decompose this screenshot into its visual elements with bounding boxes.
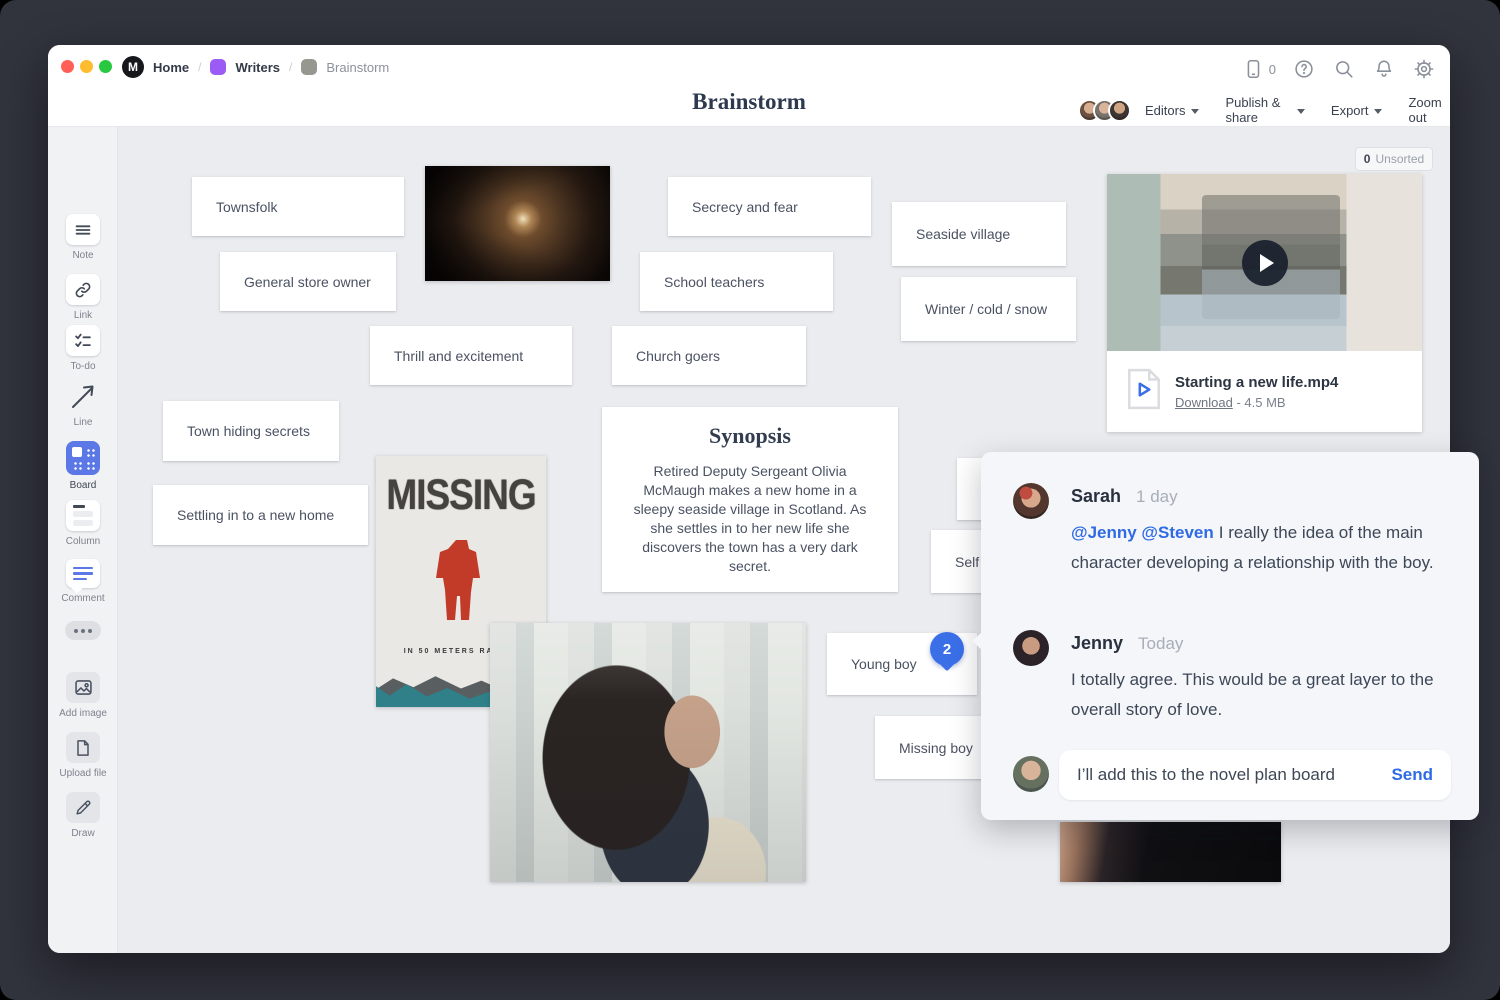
tool-board[interactable]: Board (48, 441, 118, 491)
avatar (1108, 99, 1131, 122)
top-bar: M Home / Writers / Brainstorm 0 (48, 45, 1450, 127)
avatar-current-user (1013, 756, 1049, 792)
comment-header: Sarah 1 day (1071, 486, 1178, 507)
synopsis-body: Retired Deputy Sergeant Olivia McMaugh m… (628, 462, 872, 576)
chevron-down-icon (1374, 109, 1382, 114)
file-size: 4.5 MB (1244, 395, 1285, 410)
poster-figure (429, 538, 493, 653)
settings-gear-icon[interactable] (1412, 57, 1436, 81)
comment-message: @Jenny @StevenI really the idea of the m… (1071, 518, 1449, 578)
window-minimize-button[interactable] (80, 60, 93, 73)
play-icon (1260, 254, 1274, 272)
note-card-school-teachers[interactable]: School teachers (640, 252, 833, 311)
comment-header: Jenny Today (1071, 633, 1183, 654)
header-controls: Editors Publish & share Export Zoom out (1078, 95, 1450, 125)
chevron-down-icon (1297, 109, 1305, 114)
editors-menu-button[interactable]: Editors (1145, 103, 1199, 118)
synopsis-title: Synopsis (709, 423, 791, 449)
video-filename: Starting a new life.mp4 (1175, 374, 1338, 391)
notifications-bell-icon[interactable] (1372, 57, 1396, 81)
add-image-icon (66, 672, 100, 703)
note-card-church-goers[interactable]: Church goers (612, 326, 806, 385)
tool-note[interactable]: Note (48, 214, 118, 261)
tool-more[interactable] (48, 621, 118, 640)
board-icon (66, 441, 100, 475)
comment-composer: Send (1059, 750, 1451, 800)
export-button[interactable]: Export (1331, 103, 1383, 118)
comment-author: Jenny (1071, 633, 1123, 653)
comment-author: Sarah (1071, 486, 1121, 506)
todo-checklist-icon (66, 325, 100, 356)
video-file-icon (1127, 368, 1161, 415)
mention-links[interactable]: @Jenny @Steven (1071, 523, 1214, 542)
comment-timestamp: Today (1138, 634, 1183, 653)
link-icon (66, 274, 100, 305)
breadcrumb-separator: / (289, 60, 292, 74)
column-icon (66, 500, 100, 531)
note-card-winter-cold-snow[interactable]: Winter / cold / snow (901, 277, 1076, 341)
comment-panel: Sarah 1 day @Jenny @StevenI really the i… (981, 452, 1479, 820)
breadcrumb-workspace[interactable]: Writers (235, 60, 280, 75)
image-card-woman-portrait[interactable] (490, 623, 806, 882)
note-icon (66, 214, 100, 245)
comment-timestamp: 1 day (1136, 487, 1178, 506)
tool-link[interactable]: Link (48, 274, 118, 321)
breadcrumb-separator: / (198, 60, 201, 74)
send-button[interactable]: Send (1391, 765, 1433, 785)
device-count: 0 (1269, 62, 1276, 77)
note-card-general-store-owner[interactable]: General store owner (220, 252, 396, 311)
tool-column[interactable]: Column (48, 500, 118, 547)
tool-draw[interactable]: Draw (48, 792, 118, 839)
tool-upload-file[interactable]: Upload file (48, 732, 118, 779)
window-close-button[interactable] (61, 60, 74, 73)
video-file-row: Starting a new life.mp4 Download - 4.5 M… (1107, 351, 1422, 432)
note-card-seaside-village[interactable]: Seaside village (892, 202, 1066, 266)
video-thumbnail (1107, 174, 1422, 351)
line-arrow-icon (68, 382, 98, 412)
app-logo-icon[interactable]: M (122, 56, 144, 78)
publish-share-button[interactable]: Publish & share (1225, 95, 1304, 125)
comment-input[interactable] (1077, 765, 1381, 785)
breadcrumb-home[interactable]: Home (153, 60, 189, 75)
editor-avatars[interactable] (1078, 99, 1131, 122)
draw-pencil-icon (66, 792, 100, 823)
tool-add-image[interactable]: Add image (48, 672, 118, 719)
zoom-out-button[interactable]: Zoom out (1408, 95, 1450, 125)
desktop-background: M Home / Writers / Brainstorm 0 (0, 0, 1500, 1000)
note-card-townsfolk[interactable]: Townsfolk (192, 177, 404, 236)
search-icon[interactable] (1332, 57, 1356, 81)
image-card-dark-figure[interactable] (1060, 822, 1281, 882)
avatar-jenny (1013, 630, 1049, 666)
tool-line[interactable]: Line (48, 382, 118, 428)
avatar-sarah (1013, 483, 1049, 519)
comment-pin[interactable]: 2 (930, 632, 964, 666)
top-icon-group: 0 (1241, 57, 1436, 81)
breadcrumb: M Home / Writers / Brainstorm (122, 55, 389, 79)
unsorted-badge[interactable]: 0 Unsorted (1355, 147, 1433, 171)
play-button[interactable] (1242, 240, 1288, 286)
more-ellipsis-icon (65, 621, 101, 640)
help-icon[interactable] (1292, 57, 1316, 81)
upload-file-icon (66, 732, 100, 763)
window-zoom-button[interactable] (99, 60, 112, 73)
chevron-down-icon (1191, 109, 1199, 114)
tool-sidebar: Note Link To-do Line (48, 127, 118, 953)
note-card-thrill-and-excitement[interactable]: Thrill and excitement (370, 326, 572, 385)
note-card-settling-in[interactable]: Settling in to a new home (153, 485, 368, 545)
poster-headline: MISSING (376, 471, 546, 519)
note-card-secrecy-and-fear[interactable]: Secrecy and fear (668, 177, 871, 236)
image-card-tunnel[interactable] (425, 166, 610, 281)
board-color-icon (301, 59, 317, 75)
video-card[interactable]: Starting a new life.mp4 Download - 4.5 M… (1107, 174, 1422, 432)
comment-bubble-icon (66, 559, 100, 588)
workspace-color-icon (210, 59, 226, 75)
note-card-town-hiding-secrets[interactable]: Town hiding secrets (163, 401, 339, 461)
comment-message: I totally agree. This would be a great l… (1071, 665, 1449, 725)
download-link[interactable]: Download (1175, 395, 1233, 410)
tool-comment[interactable]: Comment (48, 559, 118, 604)
breadcrumb-board[interactable]: Brainstorm (326, 60, 389, 75)
tool-todo[interactable]: To-do (48, 325, 118, 372)
mobile-device-icon[interactable] (1241, 57, 1265, 81)
synopsis-card[interactable]: Synopsis Retired Deputy Sergeant Olivia … (602, 407, 898, 592)
